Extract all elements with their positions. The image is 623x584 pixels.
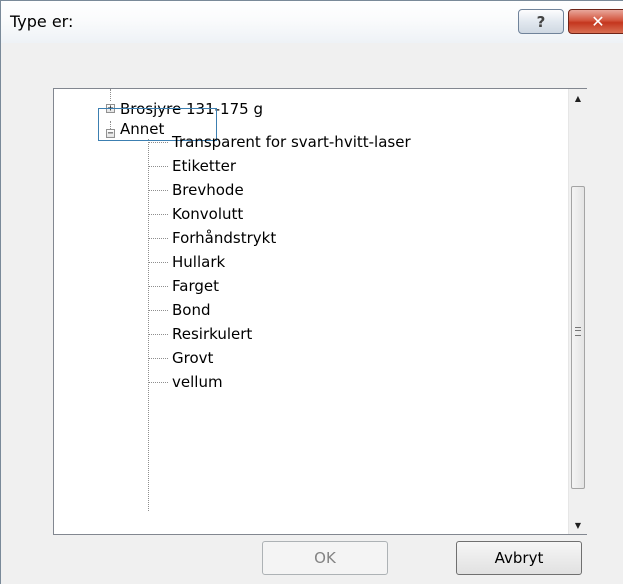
- collapse-minus-icon[interactable]: −: [106, 129, 115, 139]
- dialog-window: Type er: ? ✕ + Brosjyre 131-175 g − Anne…: [0, 0, 623, 584]
- close-icon: ✕: [591, 12, 605, 31]
- ok-button[interactable]: OK: [262, 541, 388, 575]
- tree-item-konvolutt[interactable]: Konvolutt: [148, 202, 243, 226]
- tree-connector-line: [148, 262, 168, 263]
- tree-connector-line: [148, 334, 168, 335]
- scroll-up-button[interactable]: ▲: [569, 89, 587, 107]
- help-button[interactable]: ?: [518, 9, 564, 34]
- tree-connector-line: [148, 382, 168, 383]
- tree-item-transparent[interactable]: Transparent for svart-hvitt-laser: [148, 130, 411, 154]
- tree-connector-line: [148, 238, 168, 239]
- tree-connector-line: [148, 286, 168, 287]
- title-bar: Type er: ? ✕: [1, 1, 623, 43]
- tree-item-hullark[interactable]: Hullark: [148, 250, 225, 274]
- tree-item-farget[interactable]: Farget: [148, 274, 219, 298]
- help-icon: ?: [536, 12, 546, 31]
- tree-item-etiketter[interactable]: Etiketter: [148, 154, 236, 178]
- window-title: Type er:: [10, 12, 74, 31]
- grip-icon: [575, 327, 581, 336]
- paper-type-tree: + Brosjyre 131-175 g − Annet Transparent…: [53, 88, 587, 535]
- tree-connector-line: [110, 89, 111, 101]
- tree-connector-line: [148, 142, 168, 143]
- dialog-content: + Brosjyre 131-175 g − Annet Transparent…: [1, 43, 623, 584]
- tree-connector-line: [148, 214, 168, 215]
- tree-item-forhandstrykt[interactable]: Forhåndstrykt: [148, 226, 276, 250]
- tree-item-resirkulert[interactable]: Resirkulert: [148, 322, 252, 346]
- tree-connector-line: [148, 358, 168, 359]
- tree-item-grovt[interactable]: Grovt: [148, 346, 213, 370]
- cancel-button[interactable]: Avbryt: [456, 541, 582, 575]
- close-button[interactable]: ✕: [568, 9, 623, 34]
- chevron-up-icon: ▲: [574, 93, 582, 103]
- tree-item-brevhode[interactable]: Brevhode: [148, 178, 244, 202]
- tree-connector-line: [148, 190, 168, 191]
- tree-connector-line: [148, 310, 168, 311]
- scroll-thumb[interactable]: [571, 186, 585, 489]
- tree-scrollbar[interactable]: ▲ ▼: [568, 89, 587, 534]
- tree-connector-line: [148, 166, 168, 167]
- tree-item-bond[interactable]: Bond: [148, 298, 211, 322]
- chevron-down-icon: ▼: [574, 520, 582, 530]
- scroll-down-button[interactable]: ▼: [569, 516, 587, 534]
- tree-item-vellum[interactable]: vellum: [148, 370, 223, 394]
- tree-viewport: + Brosjyre 131-175 g − Annet Transparent…: [54, 89, 568, 534]
- tree-item-label: Transparent for svart-hvitt-laser: [172, 133, 411, 151]
